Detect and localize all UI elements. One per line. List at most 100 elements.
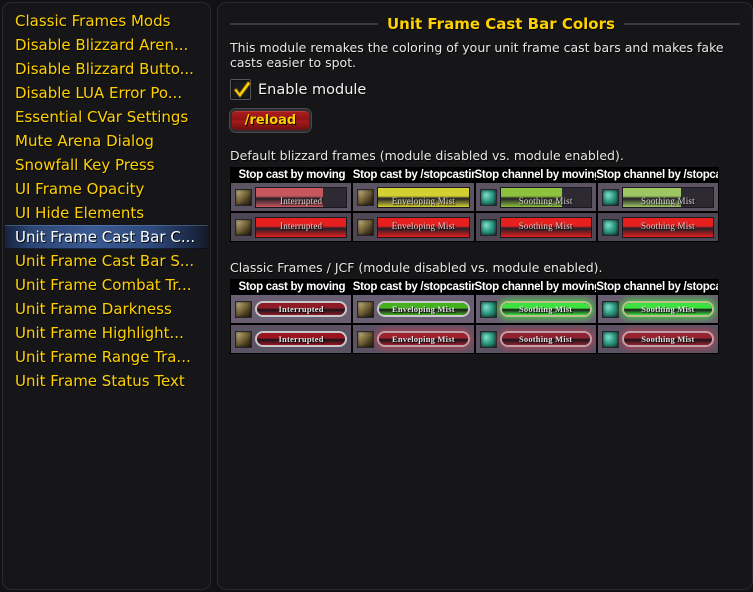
envelop-icon	[357, 300, 375, 318]
sidebar-item-ui-hide-elements[interactable]: UI Hide Elements	[5, 201, 208, 225]
cast-bar-spell-label: Enveloping Mist	[392, 334, 455, 344]
column-header: Stop channel by /stopcasting	[596, 281, 718, 293]
unit-frame-preview: Interrupted	[231, 295, 352, 323]
unit-frame-preview: Interrupted	[231, 325, 352, 353]
sidebar-item-mute-arena-dialog[interactable]: Mute Arena Dialog	[5, 129, 208, 153]
cast-bar-spell-label: Soothing Mist	[640, 195, 695, 206]
comparison-table-body: Interrupted Interrupted Enveloping Mist Env…	[231, 295, 718, 353]
cast-bar: Enveloping Mist	[377, 301, 470, 317]
comparison-column: Soothing Mist Soothing Mist	[597, 183, 718, 241]
cast-bar-spell-label: Interrupted	[278, 304, 324, 314]
sidebar-item-label: UI Frame Opacity	[15, 180, 145, 198]
sidebar-item-label: Disable Blizzard Butto...	[15, 60, 194, 78]
column-header: Stop cast by /stopcasting	[352, 281, 475, 293]
addon-config-window: Classic Frames Mods Disable Blizzard Aren…	[0, 0, 753, 592]
comparison-column: Soothing Mist Soothing Mist	[597, 295, 718, 353]
sidebar-item-disable-blizzard-butto[interactable]: Disable Blizzard Butto...	[5, 57, 208, 81]
sidebar-item-label: Essential CVar Settings	[15, 108, 189, 126]
comparison-column: Soothing Mist Soothing Mist	[475, 295, 596, 353]
sidebar-item-essential-cvar-settings[interactable]: Essential CVar Settings	[5, 105, 208, 129]
sidebar-item-label: Unit Frame Range Tra...	[15, 348, 191, 366]
cast-bar: Enveloping Mist	[377, 186, 470, 208]
unit-frame-preview: Soothing Mist	[475, 213, 596, 241]
column-header: Stop cast by moving	[238, 169, 346, 181]
unit-frame-preview: Soothing Mist	[597, 325, 718, 353]
comparison-table-header: Stop cast by moving Stop cast by /stopcas…	[231, 280, 718, 295]
sidebar-item-label: Unit Frame Cast Bar S...	[15, 252, 195, 270]
cast-bar-spell-label: Enveloping Mist	[391, 195, 455, 206]
sidebar-item-unit-frame-cast-bar-c[interactable]: Unit Frame Cast Bar C...	[5, 225, 208, 249]
envelop-icon	[357, 218, 375, 236]
unit-frame-preview: Enveloping Mist	[353, 325, 474, 353]
sidebar-item-label: Unit Frame Darkness	[15, 300, 172, 318]
title-rule-left	[230, 23, 378, 25]
unit-frame-preview: Enveloping Mist	[353, 295, 474, 323]
page-title: Unit Frame Cast Bar Colors	[387, 15, 615, 33]
envelop-icon	[357, 330, 375, 348]
cast-bar-spell-label: Enveloping Mist	[392, 304, 455, 314]
comparison-table-body: Interrupted Interrupted Enveloping Mist Env…	[231, 183, 718, 241]
sidebar-item-disable-blizzard-aren[interactable]: Disable Blizzard Aren...	[5, 33, 208, 57]
comparison-sections: Default blizzard frames (module disabled…	[230, 148, 740, 354]
sooth-icon	[601, 188, 619, 206]
sooth-icon	[479, 188, 497, 206]
enable-module-checkbox[interactable]	[230, 79, 252, 100]
sooth-icon	[479, 300, 497, 318]
cast-bar: Soothing Mist	[621, 186, 714, 208]
enable-module-checkbox-row[interactable]: Enable module	[230, 79, 366, 100]
checkmark-icon	[233, 80, 252, 99]
comparison-column: Interrupted Interrupted	[231, 295, 352, 353]
sidebar-item-label: Unit Frame Status Text	[15, 372, 185, 390]
sidebar-item-unit-frame-combat-tr[interactable]: Unit Frame Combat Tr...	[5, 273, 208, 297]
comparison-table: Stop cast by moving Stop cast by /stopcas…	[230, 167, 719, 242]
sooth-icon	[601, 218, 619, 236]
cast-bar: Soothing Mist	[499, 186, 592, 208]
panel-title-row: Unit Frame Cast Bar Colors	[230, 13, 740, 35]
reload-button[interactable]: /reload	[230, 109, 311, 132]
module-list: Classic Frames Mods Disable Blizzard Aren…	[5, 9, 208, 393]
sidebar-item-label: Mute Arena Dialog	[15, 132, 154, 150]
sidebar-item-ui-frame-opacity[interactable]: UI Frame Opacity	[5, 177, 208, 201]
comparison-table: Stop cast by moving Stop cast by /stopcas…	[230, 279, 719, 354]
envelop-icon	[235, 300, 252, 318]
cast-bar-spell-label: Soothing Mist	[641, 334, 695, 344]
cast-bar-spell-label: Interrupted	[280, 220, 323, 231]
cast-bar-spell-label: Soothing Mist	[518, 195, 573, 206]
comparison-table-header: Stop cast by moving Stop cast by /stopcas…	[231, 168, 718, 183]
main-content-area: Unit Frame Cast Bar Colors This module r…	[220, 5, 750, 587]
envelop-icon	[357, 188, 375, 206]
enable-module-label: Enable module	[258, 81, 367, 98]
unit-frame-preview: Soothing Mist	[597, 213, 718, 241]
comparison-column: Enveloping Mist Enveloping Mist	[353, 183, 474, 241]
cast-bar-spell-label: Soothing Mist	[641, 304, 695, 314]
cast-bar: Soothing Mist	[621, 301, 714, 317]
unit-frame-preview: Soothing Mist	[475, 295, 596, 323]
sooth-icon	[601, 300, 619, 318]
sidebar-item-label: Disable LUA Error Po...	[15, 84, 183, 102]
comparison-column: Interrupted Interrupted	[231, 183, 352, 241]
envelop-icon	[235, 330, 252, 348]
cast-bar-spell-label: Soothing Mist	[518, 334, 573, 344]
sidebar-item-label: Classic Frames Mods	[15, 12, 171, 30]
cast-bar-spell-label: Soothing Mist	[518, 220, 573, 231]
sidebar-item-snowfall-key-press[interactable]: Snowfall Key Press	[5, 153, 208, 177]
sidebar-item-label: Snowfall Key Press	[15, 156, 155, 174]
comparison-column: Soothing Mist Soothing Mist	[475, 183, 596, 241]
main-panel: Unit Frame Cast Bar Colors This module r…	[217, 2, 753, 590]
sidebar-item-unit-frame-range-tra[interactable]: Unit Frame Range Tra...	[5, 345, 208, 369]
sidebar-item-unit-frame-darkness[interactable]: Unit Frame Darkness	[5, 297, 208, 321]
sidebar-item-disable-lua-error-po[interactable]: Disable LUA Error Po...	[5, 81, 208, 105]
sidebar-item-unit-frame-highlight[interactable]: Unit Frame Highlight...	[5, 321, 208, 345]
sidebar-item-classic-frames-mods[interactable]: Classic Frames Mods	[5, 9, 208, 33]
sidebar-scroll-area[interactable]: Classic Frames Mods Disable Blizzard Aren…	[5, 5, 208, 587]
sooth-icon	[479, 330, 497, 348]
cast-bar: Interrupted	[255, 331, 348, 347]
cast-bar: Soothing Mist	[499, 331, 592, 347]
sooth-icon	[479, 218, 497, 236]
column-header: Stop cast by /stopcasting	[352, 169, 475, 181]
sidebar-item-unit-frame-status-text[interactable]: Unit Frame Status Text	[5, 369, 208, 393]
column-header: Stop channel by moving	[474, 281, 597, 293]
sidebar-item-unit-frame-cast-bar-s[interactable]: Unit Frame Cast Bar S...	[5, 249, 208, 273]
cast-bar: Interrupted	[255, 301, 348, 317]
title-rule-right	[623, 23, 740, 25]
